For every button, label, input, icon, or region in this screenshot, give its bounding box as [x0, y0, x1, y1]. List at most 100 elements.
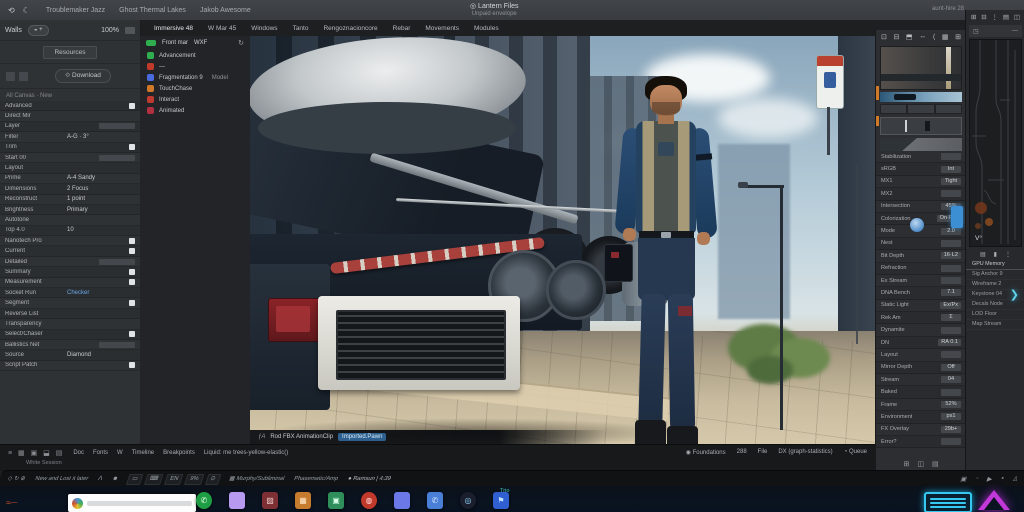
- status-right-item[interactable]: 288: [737, 449, 747, 456]
- tray-chip[interactable]: ⌨: [143, 473, 164, 485]
- inspector-row[interactable]: Layout: [876, 349, 966, 362]
- tray-right-icon[interactable]: ▣: [959, 475, 968, 483]
- property-control[interactable]: [99, 341, 135, 348]
- list-icon[interactable]: [19, 71, 28, 81]
- inspector-row-value[interactable]: 2.0: [941, 227, 961, 235]
- neon-terminal-icon[interactable]: [924, 492, 972, 512]
- inspector-row[interactable]: Error?: [876, 435, 966, 449]
- outliner-item[interactable]: —: [140, 61, 250, 72]
- tray-right-icon[interactable]: ♙: [1011, 475, 1019, 483]
- inspector-row[interactable]: Stream 04: [876, 374, 966, 387]
- property-control[interactable]: [99, 258, 135, 265]
- property-value[interactable]: Diamond: [67, 352, 91, 358]
- property-row[interactable]: Advanced: [0, 101, 140, 112]
- inspector-row-value[interactable]: 7.1: [941, 289, 961, 297]
- taskbar-app-icon[interactable]: ▦: [295, 492, 311, 509]
- property-row[interactable]: Layout: [0, 163, 140, 174]
- property-row[interactable]: Measurement: [0, 278, 140, 289]
- status-item[interactable]: Breakpoints: [163, 450, 195, 456]
- character[interactable]: [604, 76, 722, 444]
- inspector-tool-icon[interactable]: ⟨: [933, 33, 936, 41]
- property-row[interactable]: Top 4.0 10: [0, 225, 140, 237]
- property-control[interactable]: [129, 144, 135, 151]
- inspector-row[interactable]: MX2: [876, 188, 966, 201]
- menu-item[interactable]: Movements: [425, 25, 459, 32]
- mini-thumbnail-row[interactable]: [880, 104, 962, 114]
- property-control[interactable]: [129, 268, 135, 275]
- refresh-icon[interactable]: ↻: [238, 39, 244, 47]
- rail-tool-icon[interactable]: ⋮: [992, 13, 999, 21]
- inspector-row[interactable]: DN RA 0.1: [876, 336, 966, 350]
- rail-list-item[interactable]: LOD Floor: [966, 310, 1024, 320]
- status-item[interactable]: Timeline: [132, 450, 154, 456]
- property-row[interactable]: Filter A-G · 3°: [0, 132, 140, 143]
- property-value[interactable]: 2 Focus: [67, 186, 88, 192]
- rail-list-item[interactable]: Sig Anchor 9: [966, 270, 1024, 280]
- inspector-row-value[interactable]: [941, 351, 961, 359]
- inspector-row-value[interactable]: 16·L2: [940, 252, 961, 260]
- inspector-row-value[interactable]: [941, 438, 961, 446]
- resources-button[interactable]: Resources: [43, 45, 97, 59]
- inspector-row-value[interactable]: Tight: [941, 177, 961, 185]
- inspector-row[interactable]: DNA Bench 7.1: [876, 287, 966, 300]
- rail-list-item[interactable]: GPU Memory: [966, 260, 1024, 270]
- property-value[interactable]: A-G · 3°: [67, 134, 89, 140]
- status-icons[interactable]: ≡ ▦ ▣ ⬓ ▤: [8, 449, 64, 457]
- inspector-row[interactable]: Stabilization: [876, 151, 966, 164]
- property-row[interactable]: Direct Mir: [0, 111, 140, 122]
- property-row[interactable]: Segment: [0, 298, 140, 309]
- tray-app-label[interactable]: ▦ Murphy/Subliminal: [228, 476, 285, 482]
- status-right-item[interactable]: DX (graph-statistics): [778, 449, 832, 456]
- tray-chip[interactable]: 9%: [184, 473, 205, 485]
- property-control[interactable]: [129, 279, 135, 286]
- property-row[interactable]: Ballistics Net: [0, 340, 140, 351]
- app-window-preview[interactable]: [68, 494, 196, 512]
- rail-mini-icon[interactable]: ⋮: [1005, 251, 1011, 258]
- tray-right-icon[interactable]: ▪: [1000, 475, 1005, 483]
- inspector-row-value[interactable]: 52%: [941, 401, 961, 408]
- view-mode-label[interactable]: Front mar: [162, 40, 188, 46]
- inspector-tool-icon[interactable]: ⊞: [955, 33, 961, 41]
- inspector-row[interactable]: Baked: [876, 386, 966, 399]
- inspector-row[interactable]: Mirror Depth Off: [876, 361, 966, 375]
- inspector-row[interactable]: FX Overlay 29b+: [876, 424, 966, 436]
- inspector-row-value[interactable]: [941, 239, 961, 247]
- property-value[interactable]: Primary: [67, 207, 88, 213]
- inspector-row[interactable]: Refraction: [876, 262, 966, 275]
- tray-chip[interactable]: ⊙: [204, 473, 222, 485]
- inspector-row[interactable]: Environment ps1: [876, 411, 966, 424]
- neon-triangle-icon[interactable]: [978, 490, 1010, 510]
- property-control[interactable]: [129, 102, 135, 109]
- expand-chevron-icon[interactable]: ❯: [1010, 288, 1019, 301]
- inspector-row[interactable]: Ex Stream: [876, 275, 966, 288]
- property-row[interactable]: Prime A-4 Sandy: [0, 174, 140, 185]
- property-value[interactable]: Checker: [67, 290, 89, 296]
- rail-mini-icon[interactable]: ▤: [980, 251, 986, 258]
- inspector-row-value[interactable]: Off: [941, 363, 961, 371]
- breadcrumb-selected[interactable]: Imported.Pawn: [338, 433, 387, 441]
- horizon-strip-thumbnail[interactable]: [880, 92, 962, 102]
- inspector-row-value[interactable]: RA 0.1: [938, 339, 961, 347]
- property-row[interactable]: Detailed: [0, 257, 140, 268]
- inspector-tool-icon[interactable]: ⬒: [906, 33, 913, 41]
- menu-item[interactable]: Tanto: [293, 25, 309, 32]
- property-row[interactable]: Socket Run Checker: [0, 288, 140, 299]
- status-right-item[interactable]: ◔ Queue: [844, 449, 867, 456]
- property-row[interactable]: Autotone: [0, 215, 140, 226]
- tray-clock[interactable]: ● Ramsun | 4:39: [347, 476, 392, 482]
- property-row[interactable]: Trim: [0, 142, 140, 153]
- property-value[interactable]: A-4 Sandy: [67, 175, 95, 181]
- taskbar-app-icon[interactable]: ◎: [460, 492, 476, 509]
- property-row[interactable]: Brightness Primary: [0, 204, 140, 216]
- property-control[interactable]: [129, 237, 135, 244]
- tray-app-label[interactable]: Phasematic/Amp: [293, 476, 339, 482]
- rail-tool-icon[interactable]: ◫: [1014, 13, 1020, 21]
- menu-item[interactable]: Modules: [474, 25, 499, 32]
- taskbar-app-icon[interactable]: ✆: [427, 492, 443, 509]
- inspector-row-value[interactable]: [941, 326, 961, 334]
- camera-icon[interactable]: [125, 26, 135, 34]
- status-item[interactable]: W: [117, 450, 123, 456]
- inspector-row-value[interactable]: Int: [941, 165, 961, 173]
- inspector-row[interactable]: MX1 Tight: [876, 176, 966, 189]
- inspector-row[interactable]: Dynamite: [876, 324, 966, 337]
